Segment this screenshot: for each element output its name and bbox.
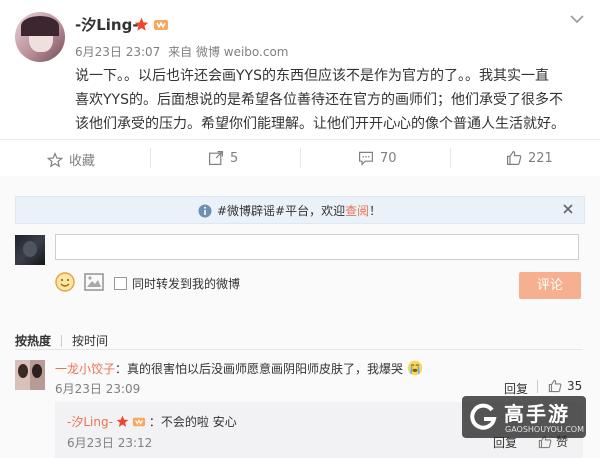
author-avatar[interactable] <box>15 12 65 62</box>
action-divider <box>300 148 301 168</box>
post-content-line: 说一下。。以后也许还会画YYS的东西但应该不是作为官方的了。。我其实一直 <box>75 68 549 84</box>
action-divider <box>450 148 451 168</box>
comment-icon <box>359 151 373 166</box>
action-bar-divider <box>0 139 600 140</box>
repost-count: 5 <box>230 150 239 166</box>
star-badge-icon[interactable] <box>134 17 149 32</box>
like-count: 221 <box>528 150 553 166</box>
comment-text: ：真的很害怕以后没画师愿意画阴阳师皮肤了，我爆哭 <box>115 362 404 376</box>
reply-time: 6月23日 23:12 <box>67 436 153 450</box>
comment-reply-button[interactable]: 回复 <box>504 380 528 397</box>
comment-time: 6月23日 23:09 <box>55 382 141 396</box>
comment-input[interactable] <box>55 234 579 260</box>
comment-button[interactable]: 70 <box>358 150 397 166</box>
notice-text: #微博辟谣#平台，欢迎查阅！ <box>198 202 381 219</box>
favorite-button[interactable]: 收藏 <box>47 150 95 169</box>
notice-link[interactable]: 查阅 <box>345 204 369 218</box>
submit-comment-button[interactable]: 评论 <box>519 272 581 299</box>
comment-action-divider <box>537 380 538 393</box>
post-time[interactable]: 6月23日 23:07 <box>75 45 160 59</box>
emoji-icon[interactable] <box>55 272 75 292</box>
star-badge-icon[interactable] <box>116 415 129 428</box>
notice-suffix: ！ <box>369 204 382 218</box>
commenter-avatar[interactable] <box>15 360 45 390</box>
close-icon[interactable] <box>563 204 573 214</box>
post-author-name[interactable]: -汐Ling- <box>75 14 139 35</box>
like-button[interactable]: 221 <box>506 150 553 166</box>
action-divider <box>150 148 151 168</box>
repost-checkbox-label: 同时转发到我的微博 <box>132 277 241 291</box>
thumbs-up-icon <box>507 150 522 165</box>
image-icon[interactable] <box>84 273 104 291</box>
star-outline-icon <box>47 151 63 168</box>
watermark-brand: 高手游 <box>504 402 570 426</box>
notice-prefix: #微博辟谣#平台，欢迎 <box>217 204 346 218</box>
thumbs-up-icon <box>548 379 562 393</box>
post-content-line: 喜欢YYS的。后面想说的是希望各位善待还在官方的画师们；他们承受了很多不 <box>75 92 563 108</box>
reply-item: -汐Ling- ：不会的啦 安心 <box>67 413 237 430</box>
sort-tabs: 按热度 按时间 <box>15 332 108 349</box>
watermark: 高手游 GAOSHOUYOU.COM <box>462 396 586 438</box>
chevron-down-icon[interactable] <box>570 14 584 24</box>
repost-icon <box>209 151 223 165</box>
comment-like-button[interactable]: 35 <box>548 379 582 393</box>
member-badge-icon[interactable] <box>132 416 146 428</box>
watermark-domain: GAOSHOUYOU.COM <box>505 425 585 434</box>
comment-item: 一龙小饺子：真的很害怕以后没画师愿意画阴阳师皮肤了，我爆哭 <box>55 360 555 377</box>
tab-sort-hot[interactable]: 按热度 <box>15 332 51 349</box>
post-source: 来自 微博 weibo.com <box>168 45 289 59</box>
member-badge-icon[interactable] <box>153 18 169 32</box>
comment-like-count: 35 <box>567 379 583 393</box>
sort-divider <box>15 349 583 350</box>
tab-divider <box>61 334 63 347</box>
repost-checkbox[interactable] <box>114 277 127 290</box>
comment-count: 70 <box>380 150 397 166</box>
tab-sort-time[interactable]: 按时间 <box>72 332 108 349</box>
comment-author[interactable]: 一龙小饺子 <box>55 362 115 376</box>
repost-checkbox-row[interactable]: 同时转发到我的微博 <box>114 275 240 292</box>
repost-button[interactable]: 5 <box>208 150 238 166</box>
reply-author[interactable]: -汐Ling- <box>67 413 113 430</box>
current-user-avatar[interactable] <box>15 235 45 265</box>
info-icon <box>198 204 212 217</box>
watermark-logo-icon <box>470 403 497 430</box>
reply-text: ：不会的啦 安心 <box>148 415 237 429</box>
post-content: 说一下。。以后也许还会画YYS的东西但应该不是作为官方的了。。我其实一直 喜欢Y… <box>75 64 595 136</box>
post-content-line: 该他们承受的压力。希望你们能理解。让他们开开心心的像个普通人生活就好。 <box>75 116 565 132</box>
favorite-label: 收藏 <box>69 154 96 169</box>
crying-emoji-icon <box>407 360 423 376</box>
